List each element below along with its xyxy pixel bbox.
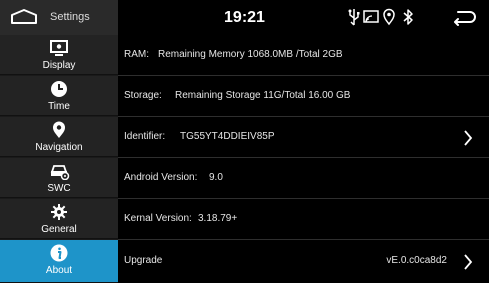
android-version-label: Android Version: <box>124 172 198 183</box>
upgrade-row[interactable]: Upgrade vE.0.c0ca8d2 <box>118 240 489 283</box>
storage-value: Remaining Storage 11G/Total 16.00 GB <box>175 90 351 101</box>
sidebar: Display Time Navigation SWC General Abou… <box>0 35 118 283</box>
chevron-right-icon <box>464 130 473 146</box>
sidebar-item-label: Display <box>42 60 76 71</box>
screen-cast-icon <box>363 10 379 23</box>
sidebar-item-general[interactable]: General <box>0 199 118 239</box>
location-icon <box>383 8 395 26</box>
sidebar-item-about[interactable]: About <box>0 240 118 283</box>
identifier-value: TG55YT4DDIEIV85P <box>180 131 275 142</box>
sidebar-item-navigation[interactable]: Navigation <box>0 117 118 157</box>
sidebar-item-label: Navigation <box>35 142 83 153</box>
about-panel: RAM: Remaining Memory 1068.0MB /Total 2G… <box>118 35 489 283</box>
map-pin-icon <box>53 121 65 138</box>
sidebar-item-label: About <box>45 265 73 276</box>
kernel-version-row: Kernal Version: 3.18.79+ <box>118 199 489 240</box>
android-version-row: Android Version: 9.0 <box>118 158 489 199</box>
sidebar-item-swc[interactable]: SWC <box>0 158 118 198</box>
sidebar-item-label: SWC <box>47 183 71 194</box>
ram-row: RAM: Remaining Memory 1068.0MB /Total 2G… <box>118 35 489 76</box>
storage-label: Storage: <box>124 90 162 101</box>
chevron-right-icon <box>464 254 473 270</box>
sidebar-item-display[interactable]: Display <box>0 35 118 75</box>
identifier-row[interactable]: Identifier: TG55YT4DDIEIV85P <box>118 117 489 158</box>
upgrade-label: Upgrade <box>124 255 163 266</box>
home-button[interactable]: Settings <box>0 0 118 35</box>
clock-icon <box>51 81 67 97</box>
kernel-version-value: 3.18.79+ <box>198 213 238 224</box>
ram-label: RAM: <box>124 49 149 60</box>
ram-value: Remaining Memory 1068.0MB /Total 2GB <box>158 49 343 60</box>
display-icon <box>50 40 68 56</box>
sidebar-item-label: General <box>41 224 77 235</box>
back-icon[interactable] <box>452 8 478 26</box>
storage-row: Storage: Remaining Storage 11G/Total 16.… <box>118 76 489 117</box>
home-icon <box>11 9 37 24</box>
steering-car-icon <box>50 165 70 180</box>
android-version-value: 9.0 <box>209 172 223 183</box>
sidebar-item-time[interactable]: Time <box>0 76 118 116</box>
usb-icon <box>348 9 360 26</box>
page-title: Settings <box>50 11 90 23</box>
status-bar: Settings 19:21 <box>0 0 489 35</box>
gear-icon <box>51 204 67 220</box>
identifier-label: Identifier: <box>124 131 166 142</box>
sidebar-item-label: Time <box>48 101 70 112</box>
bluetooth-icon <box>403 9 413 25</box>
info-icon <box>50 244 68 262</box>
kernel-version-label: Kernal Version: <box>124 213 192 224</box>
upgrade-version: vE.0.c0ca8d2 <box>386 255 447 266</box>
